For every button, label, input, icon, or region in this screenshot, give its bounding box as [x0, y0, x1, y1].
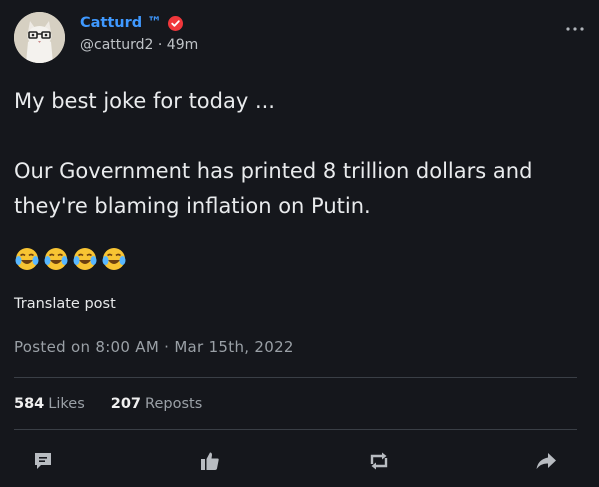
author-name-row: Catturd ™ — [80, 15, 183, 31]
avatar[interactable] — [14, 12, 65, 63]
post-stats: 584 Likes 207 Reposts — [14, 396, 202, 412]
repost-icon[interactable] — [362, 444, 396, 478]
comment-icon[interactable] — [26, 444, 60, 478]
post-header: Catturd ™ @catturd2 · 49m — [14, 12, 586, 64]
verified-badge-icon — [167, 15, 183, 31]
cat-avatar-icon — [14, 12, 65, 63]
likes-stat[interactable]: 584 Likes — [14, 396, 85, 412]
action-bar — [0, 444, 599, 480]
posted-timestamp: Posted on 8:00 AM · Mar 15th, 2022 — [14, 338, 294, 356]
more-options-icon[interactable] — [564, 20, 586, 32]
author-handle[interactable]: @catturd2 — [80, 37, 153, 53]
divider — [14, 429, 577, 430]
reposts-count: 207 — [110, 396, 142, 412]
likes-label: Likes — [48, 396, 85, 412]
author-name[interactable]: Catturd ™ — [80, 15, 162, 31]
laughing-tears-emoji-icon — [73, 248, 97, 270]
post-body: My best joke for today ... Our Governmen… — [14, 84, 574, 224]
translate-post-link[interactable]: Translate post — [14, 296, 116, 312]
divider — [14, 377, 577, 378]
laughing-tears-emoji-icon — [44, 248, 68, 270]
emoji-row — [14, 246, 127, 272]
author-handle-row: @catturd2 · 49m — [80, 37, 198, 53]
post-time[interactable]: · 49m — [158, 37, 198, 53]
reposts-stat[interactable]: 207 Reposts — [111, 396, 203, 412]
laughing-tears-emoji-icon — [15, 248, 39, 270]
like-icon[interactable] — [193, 444, 227, 478]
share-icon[interactable] — [529, 444, 563, 478]
post-line-2: Our Government has printed 8 trillion do… — [14, 159, 533, 218]
post-line-1: My best joke for today ... — [14, 89, 275, 113]
laughing-tears-emoji-icon — [102, 248, 126, 270]
reposts-label: Reposts — [145, 396, 203, 412]
likes-count: 584 — [14, 396, 45, 412]
